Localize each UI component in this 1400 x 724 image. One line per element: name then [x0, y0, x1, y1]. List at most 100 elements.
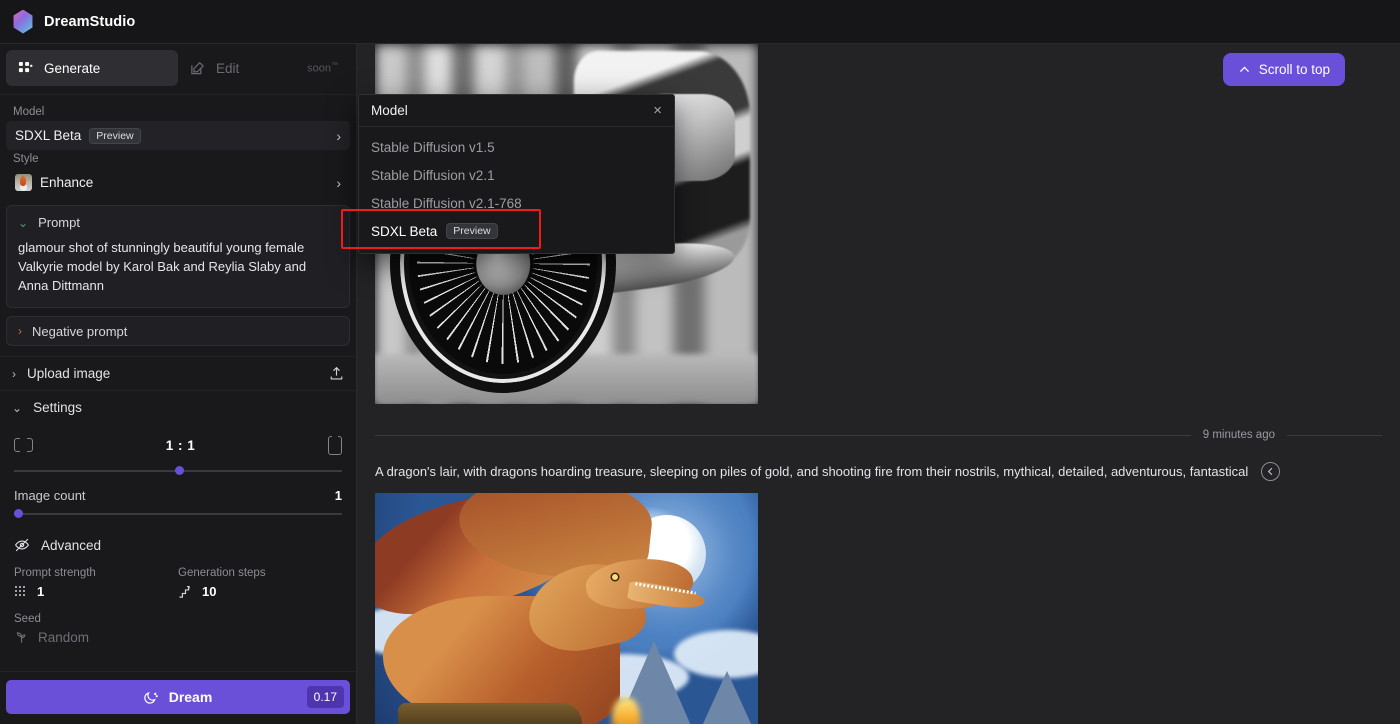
model-popup-header: Model × — [359, 95, 674, 127]
chevron-down-icon: ⌄ — [12, 400, 23, 415]
mountain-shape — [696, 671, 757, 724]
style-value: Enhance — [40, 175, 94, 190]
aspect-ratio-value: 1 : 1 — [165, 437, 196, 453]
mode-tabs: Generate Edit soon™ — [0, 44, 356, 95]
eye-off-icon — [14, 538, 30, 552]
upload-image-row[interactable]: › Upload image — [0, 356, 356, 390]
upload-icon[interactable] — [329, 366, 344, 381]
moon-icon — [143, 691, 158, 704]
style-selector[interactable]: Enhance › — [6, 168, 350, 197]
image-count-slider[interactable] — [14, 507, 342, 521]
seedling-icon — [16, 632, 26, 643]
chevron-right-icon: › — [336, 127, 341, 144]
app-body: Generate Edit soon™ Model SDXL Beta Prev… — [0, 44, 1400, 724]
model-popup-title: Model — [371, 103, 408, 118]
model-preview-badge: Preview — [89, 127, 141, 144]
pencil-square-icon — [191, 61, 204, 74]
model-popup-list: Stable Diffusion v1.5 Stable Diffusion v… — [359, 127, 674, 253]
timestamp-divider: 9 minutes ago — [375, 416, 1382, 454]
settings-row[interactable]: ⌄ Settings — [0, 390, 356, 424]
model-option-label: SDXL Beta — [371, 223, 438, 239]
negative-prompt-title: Negative prompt — [32, 323, 128, 339]
chevron-up-icon — [1239, 66, 1249, 72]
model-value: SDXL Beta — [15, 128, 82, 143]
dragon-background — [375, 493, 758, 724]
app-header: DreamStudio — [0, 0, 1400, 44]
aspect-ratio-slider[interactable] — [14, 464, 342, 478]
advanced-row[interactable]: Advanced — [14, 537, 342, 553]
dream-button[interactable]: Dream 0.17 — [6, 680, 350, 714]
generation-steps-value: 10 — [202, 584, 217, 599]
seed-block: Seed Random — [14, 613, 342, 645]
settings-label: Settings — [33, 400, 82, 415]
aspect-ratio-row: 1 : 1 — [14, 430, 342, 460]
scroll-to-top-label: Scroll to top — [1258, 62, 1330, 77]
upload-image-label: Upload image — [27, 366, 111, 381]
timestamp-label: 9 minutes ago — [1202, 429, 1275, 441]
image-count-value: 1 — [334, 488, 342, 503]
divider-line — [375, 434, 1191, 436]
slider-track — [14, 513, 342, 515]
model-dropdown-popup: Model × Stable Diffusion v1.5 Stable Dif… — [358, 94, 675, 254]
circle-arrow-left-icon[interactable] — [1261, 462, 1281, 481]
model-option-sdxl-beta[interactable]: SDXL Beta Preview — [359, 217, 674, 245]
stairs-icon — [179, 585, 190, 598]
image-count-label: Image count — [14, 488, 86, 503]
scroll-to-top-button[interactable]: Scroll to top — [1222, 53, 1345, 86]
generation-steps-block: Generation steps 10 — [178, 567, 342, 599]
negative-prompt-row[interactable]: › Negative prompt — [6, 316, 350, 346]
prompt-strength-value: 1 — [37, 584, 45, 599]
model-selector[interactable]: SDXL Beta Preview › — [6, 121, 350, 150]
model-option-label: Stable Diffusion v1.5 — [371, 139, 495, 155]
tab-generate-label: Generate — [44, 60, 101, 76]
prompt-strength-value-row: 1 — [14, 584, 178, 599]
left-sidebar: Generate Edit soon™ Model SDXL Beta Prev… — [0, 44, 357, 724]
model-option-label: Stable Diffusion v2.1-768 — [371, 195, 522, 211]
generated-image-dragon[interactable] — [375, 493, 758, 724]
prompt-header[interactable]: ⌄ Prompt — [18, 215, 338, 230]
app-title: DreamStudio — [44, 13, 136, 30]
chevron-right-icon: › — [12, 366, 16, 381]
style-label: Style — [13, 153, 39, 165]
tab-generate[interactable]: Generate — [6, 50, 178, 86]
landscape-frame-icon[interactable] — [14, 438, 33, 452]
advanced-label: Advanced — [41, 537, 102, 553]
generation-steps-value-row: 10 — [178, 584, 342, 599]
seed-value: Random — [38, 630, 90, 645]
model-option-sd15[interactable]: Stable Diffusion v1.5 — [359, 133, 674, 161]
generation-steps-label: Generation steps — [178, 567, 266, 579]
slider-knob[interactable] — [14, 509, 23, 518]
model-label: Model — [13, 106, 45, 118]
dragon-prompt-row: A dragon's lair, with dragons hoarding t… — [375, 454, 1382, 493]
dreamstudio-app: DreamStudio Generate Edit soon™ Model SD… — [0, 0, 1400, 724]
chevron-down-icon: ⌄ — [18, 215, 29, 230]
advanced-values: Prompt strength 1 Generation steps 10 — [14, 567, 342, 599]
model-option-preview-badge: Preview — [446, 223, 498, 239]
model-option-sd21-768[interactable]: Stable Diffusion v2.1-768 — [359, 189, 674, 217]
model-option-sd21[interactable]: Stable Diffusion v2.1 — [359, 161, 674, 189]
divider-line — [1287, 434, 1382, 436]
prompt-strength-block: Prompt strength 1 — [14, 567, 178, 599]
hexagon-gradient-logo-icon — [13, 9, 33, 34]
image-count-row: Image count 1 — [14, 488, 342, 503]
prompt-title: Prompt — [38, 215, 80, 230]
seed-value-row[interactable]: Random — [14, 630, 342, 645]
prompt-text[interactable]: glamour shot of stunningly beautiful you… — [18, 238, 338, 295]
dream-footer: Dream 0.17 — [0, 671, 356, 724]
model-option-label: Stable Diffusion v2.1 — [371, 167, 495, 183]
dream-button-label: Dream — [168, 689, 213, 705]
tab-edit-badge: soon™ — [307, 61, 338, 75]
dots-grid-icon — [15, 585, 25, 596]
chevron-right-icon: › — [18, 324, 22, 338]
model-section: Model SDXL Beta Preview › Style Enhance … — [0, 95, 356, 197]
prompt-card[interactable]: ⌄ Prompt glamour shot of stunningly beau… — [6, 205, 350, 308]
tab-edit[interactable]: Edit soon™ — [178, 50, 350, 86]
prompt-strength-label: Prompt strength — [14, 567, 96, 579]
settings-panel: 1 : 1 Image count 1 Advanced Prompt stre… — [0, 424, 356, 645]
seed-label: Seed — [14, 613, 41, 625]
close-icon[interactable]: × — [653, 103, 662, 118]
portrait-frame-icon[interactable] — [328, 435, 342, 455]
dragon-rock — [397, 702, 582, 724]
slider-knob[interactable] — [174, 466, 184, 475]
tab-edit-label: Edit — [216, 60, 240, 76]
